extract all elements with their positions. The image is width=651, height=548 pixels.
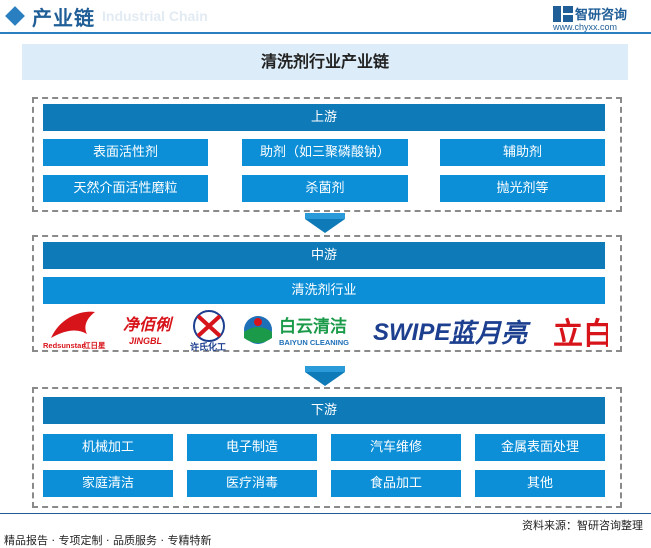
- upstream-header: 上游: [43, 104, 605, 131]
- swipe-text: SWIPE: [373, 319, 451, 346]
- flow-arrow-down-icon: [305, 366, 345, 386]
- swipe-logo: SWIPE 蓝月亮: [373, 319, 531, 349]
- upstream-item: 表面活性剂: [43, 139, 208, 166]
- brand-icon: [553, 6, 573, 22]
- midstream-industry: 清洗剂行业: [43, 277, 605, 304]
- downstream-item: 其他: [475, 470, 605, 497]
- downstream-item: 机械加工: [43, 434, 173, 461]
- header-subtitle: Industrial Chain: [102, 8, 208, 24]
- jingbl-logo: 净佰俐 JINGBL: [123, 315, 174, 346]
- baiyun-text: 白云清洁: [279, 316, 347, 337]
- upstream-item: 助剂（如三聚磷酸钠）: [242, 139, 408, 166]
- diamond-icon: [5, 6, 25, 26]
- brand-url: www.chyxx.com: [553, 22, 618, 32]
- flow-arrow-down-icon: [305, 213, 345, 233]
- page-header: 产业链 Industrial Chain 智研咨询 www.chyxx.com: [0, 0, 651, 34]
- downstream-item: 汽车维修: [331, 434, 461, 461]
- xushi-text: 许氏化工: [190, 341, 226, 352]
- downstream-item: 医疗消毒: [187, 470, 317, 497]
- footer-divider: [0, 513, 651, 514]
- redsunstar-text: Redsunstar: [43, 341, 84, 350]
- brand-name: 智研咨询: [575, 8, 628, 23]
- upstream-item: 抛光剂等: [440, 175, 605, 202]
- header-title: 产业链: [32, 6, 95, 30]
- jingbl-text: 净佰俐: [123, 315, 174, 334]
- upstream-item: 杀菌剂: [242, 175, 408, 202]
- downstream-item: 金属表面处理: [475, 434, 605, 461]
- downstream-item: 食品加工: [331, 470, 461, 497]
- xushi-logo: 许氏化工: [190, 310, 226, 352]
- redsunstar-logo: Redsunstar 红日星: [43, 311, 106, 350]
- libai-logo: 立白: [553, 317, 608, 352]
- upstream-item: 天然介面活性磨粒: [43, 175, 208, 202]
- jingbl-en: JINGBL: [129, 336, 162, 346]
- redsunstar-cn: 红日星: [83, 340, 106, 350]
- libai-text: 立白: [553, 317, 608, 352]
- brand-logo: 智研咨询 www.chyxx.com: [553, 4, 643, 34]
- company-logos: Redsunstar 红日星 净佰俐 JINGBL 许氏化工 白云清洁 BAIY…: [43, 310, 608, 352]
- baiyun-en: BAIYUN CLEANING: [279, 338, 349, 347]
- upstream-item: 辅助剂: [440, 139, 605, 166]
- footer-slogan: 精品报告 · 专项定制 · 品质服务 · 专精特新: [4, 534, 212, 547]
- midstream-header: 中游: [43, 242, 605, 269]
- downstream-item: 家庭清洁: [43, 470, 173, 497]
- diagram-title: 清洗剂行业产业链: [22, 44, 628, 80]
- baiyun-logo: 白云清洁 BAIYUN CLEANING: [244, 316, 349, 347]
- downstream-header: 下游: [43, 397, 605, 424]
- downstream-item: 电子制造: [187, 434, 317, 461]
- swipe-cn: 蓝月亮: [449, 319, 531, 349]
- source-note: 资料来源：智研咨询整理: [522, 519, 643, 532]
